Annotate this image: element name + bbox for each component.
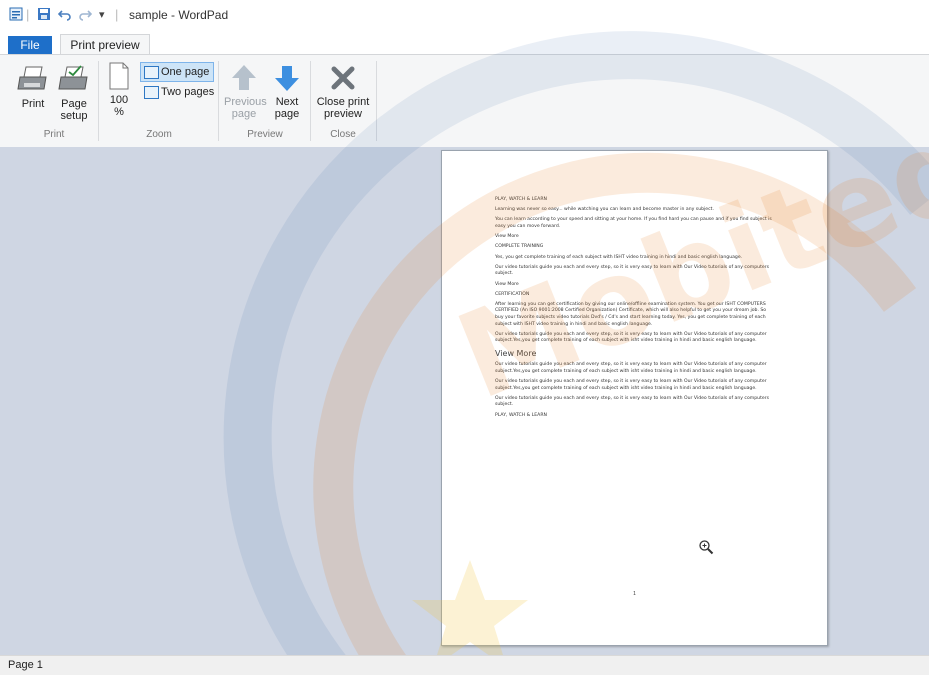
qa-separator: |: [115, 7, 119, 22]
group-separator: [218, 61, 219, 141]
window-title: sample - WordPad: [129, 8, 229, 22]
one-page-label: One page: [161, 66, 210, 78]
close-print-preview-label-line1: Close print: [316, 96, 370, 108]
doc-paragraph: Our video tutorials guide you each and e…: [495, 264, 769, 277]
title-bar: | ▾ | sample - WordPad: [0, 0, 929, 32]
zoom-label-line1: 100: [109, 94, 129, 106]
qa-separator: |: [26, 7, 30, 22]
doc-paragraph: Learning was never so easy... while watc…: [495, 207, 714, 213]
page-setup-label-line2: setup: [60, 110, 88, 122]
next-page-label-line1: Next: [275, 96, 299, 108]
close-group-label: Close: [330, 129, 356, 140]
previous-page-label-line1: Previous: [224, 96, 267, 108]
doc-paragraph: PLAY, WATCH & LEARN: [495, 412, 547, 418]
doc-paragraph: You can learn according to your speed an…: [495, 217, 772, 229]
redo-icon[interactable]: [78, 7, 93, 23]
group-separator: [98, 61, 99, 141]
doc-paragraph: Yes, you get complete training of each s…: [495, 254, 743, 260]
doc-paragraph: COMPLETE TRAINING: [495, 244, 544, 250]
page-zoom-icon: [109, 62, 129, 90]
wordpad-app-icon[interactable]: [9, 7, 23, 23]
preview-page[interactable]: PLAY, WATCH & LEARN Learning was never s…: [441, 150, 828, 646]
close-print-preview-button[interactable]: Close print preview: [314, 63, 372, 120]
preview-group-label: Preview: [247, 129, 283, 140]
doc-paragraph: Our video tutorials guide you each and e…: [495, 362, 767, 374]
next-page-button[interactable]: Next page: [270, 63, 304, 120]
group-separator: [310, 61, 311, 141]
page-setup-button[interactable]: Page setup: [54, 63, 94, 122]
undo-icon[interactable]: [57, 7, 72, 23]
page-number: 1: [633, 591, 636, 597]
print-preview-area[interactable]: PLAY, WATCH & LEARN Learning was never s…: [0, 147, 929, 655]
printer-icon: [17, 66, 47, 90]
doc-paragraph: View More: [495, 234, 519, 240]
tab-print-preview[interactable]: Print preview: [60, 34, 150, 55]
page-setup-icon: [58, 65, 88, 90]
close-print-preview-label-line2: preview: [324, 108, 362, 120]
doc-paragraph: Our video tutorials guide you each and e…: [495, 331, 767, 344]
doc-paragraph: View More: [495, 348, 537, 358]
two-pages-icon: [144, 86, 159, 99]
previous-page-button[interactable]: Previous page: [224, 63, 267, 120]
group-separator: [376, 61, 377, 141]
ribbon: Print Page setup Print 100 % One page Tw…: [0, 54, 929, 148]
print-group-label: Print: [43, 129, 65, 140]
zoom-group-label: Zoom: [146, 129, 172, 140]
arrow-up-icon: [232, 65, 256, 90]
arrow-down-icon: [275, 66, 299, 91]
page-content: PLAY, WATCH & LEARN Learning was never s…: [495, 197, 775, 423]
doc-paragraph: View More: [495, 281, 519, 287]
customize-qa-dropdown-icon[interactable]: ▾: [99, 7, 105, 23]
save-icon[interactable]: [37, 7, 51, 23]
zoom-cursor-icon: [698, 539, 714, 560]
next-page-label-line2: page: [274, 108, 300, 120]
doc-paragraph: Our video tutorials guide you each and e…: [495, 395, 769, 408]
one-page-button[interactable]: One page: [140, 62, 215, 82]
print-button[interactable]: Print: [14, 63, 52, 110]
ribbon-tabs: File Print preview: [0, 32, 929, 55]
two-pages-button[interactable]: Two pages: [141, 83, 218, 101]
doc-paragraph: After learning you can get certification…: [495, 301, 767, 327]
zoom-100-button[interactable]: 100 %: [103, 61, 135, 118]
page-setup-label-line1: Page: [61, 98, 87, 110]
tab-file[interactable]: File: [8, 36, 52, 54]
close-icon: [331, 66, 355, 90]
status-bar: Page 1: [0, 655, 929, 675]
zoom-label-line2: %: [114, 106, 124, 118]
previous-page-label-line2: page: [231, 108, 257, 120]
two-pages-label: Two pages: [161, 86, 215, 98]
doc-paragraph: CERTIFICATION: [495, 291, 530, 297]
print-label: Print: [21, 98, 45, 110]
one-page-icon: [144, 66, 159, 79]
doc-paragraph: PLAY, WATCH & LEARN: [495, 197, 547, 202]
status-page: Page 1: [8, 659, 43, 671]
doc-paragraph: Our video tutorials guide you each and e…: [495, 379, 767, 391]
